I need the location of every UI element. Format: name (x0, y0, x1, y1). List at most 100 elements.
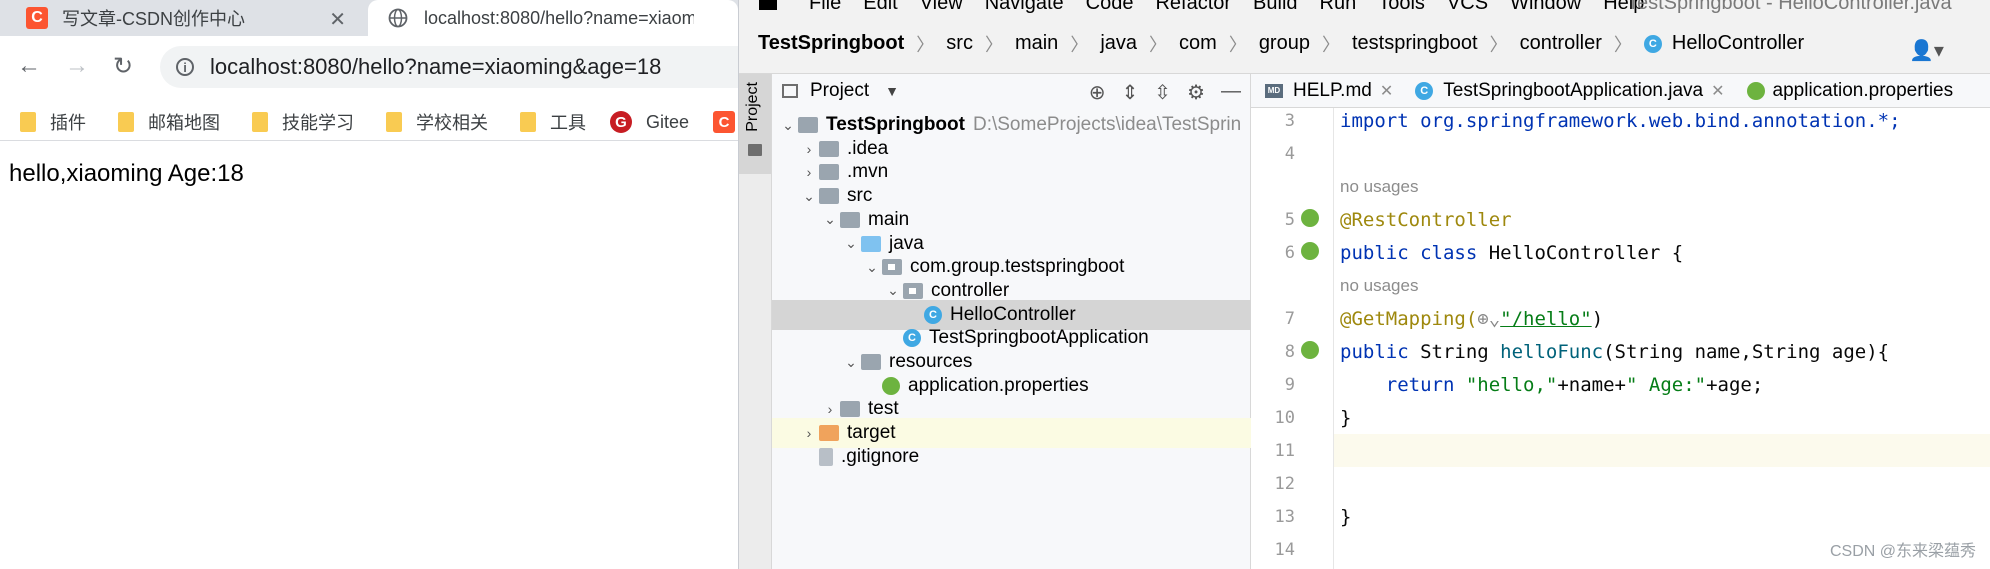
bookmark-gitee[interactable]: G Gitee (610, 111, 689, 133)
breadcrumb-item[interactable]: main (1015, 32, 1058, 55)
project-tool-label: Project (744, 82, 761, 132)
string-literal[interactable]: "/hello" (1500, 308, 1592, 330)
menu-code[interactable]: Code (1086, 0, 1134, 14)
breadcrumb-item-class[interactable]: C HelloController (1643, 32, 1805, 55)
chevron-down-icon[interactable]: ⌄ (841, 235, 861, 252)
editor-tab-help-md[interactable]: MD HELP.md ✕ (1251, 80, 1401, 102)
package-icon (903, 282, 923, 299)
spring-bean-icon[interactable] (1301, 242, 1319, 260)
menu-navigate[interactable]: Navigate (985, 0, 1064, 14)
code-line: @GetMapping(⊕⌄ "/hello") (1334, 302, 1990, 335)
folder-icon (252, 112, 268, 132)
bookmark-mail-map[interactable]: 邮箱地图 (118, 109, 220, 135)
breadcrumb-item[interactable]: controller (1520, 32, 1602, 55)
panel-title[interactable]: Project (810, 80, 869, 102)
menu-edit[interactable]: Edit (863, 0, 897, 14)
line-number: 5 (1284, 209, 1295, 230)
collapse-all-icon[interactable]: ⇳ (1154, 80, 1171, 105)
line-number: 9 (1284, 374, 1295, 395)
menu-run[interactable]: Run (1320, 0, 1357, 14)
chevron-down-icon[interactable]: ⌄ (778, 117, 798, 134)
line-number: 13 (1274, 506, 1295, 527)
class-icon: C (1643, 34, 1662, 53)
locate-icon[interactable]: ⊕ (1089, 80, 1106, 105)
browser-tab-csdn[interactable]: C 写文章-CSDN创作中心 ✕ (0, 0, 368, 36)
breadcrumb-item[interactable]: com (1179, 32, 1217, 55)
folder-icon (819, 140, 839, 157)
module-folder-icon (798, 117, 818, 133)
breadcrumb-item[interactable]: java (1100, 32, 1137, 55)
chevron-down-icon[interactable]: ▼ (885, 83, 899, 99)
bookmark-skills[interactable]: 技能学习 (252, 109, 354, 135)
spring-bean-icon[interactable] (1301, 209, 1319, 227)
code-area[interactable]: import org.springframework.web.bind.anno… (1333, 108, 1990, 569)
usage-hint: no usages (1334, 170, 1990, 203)
info-icon[interactable]: i (176, 58, 194, 76)
bookmark-label: Gitee (646, 111, 690, 132)
chevron-right-icon[interactable]: › (799, 141, 819, 157)
string-literal: " Age:" (1626, 373, 1707, 396)
forward-arrow-icon[interactable]: → (62, 51, 92, 81)
code-line: public class HelloController { (1334, 236, 1990, 269)
editor-tab-application-java[interactable]: C TestSpringbootApplication.java ✕ (1401, 80, 1732, 102)
menu-build[interactable]: Build (1253, 0, 1297, 14)
breadcrumb-item[interactable]: group (1259, 32, 1310, 55)
menu-view[interactable]: View (920, 0, 963, 14)
breadcrumb-item[interactable]: testspringboot (1352, 32, 1478, 55)
tree-item-label: .mvn (847, 161, 889, 183)
code-line: public String helloFunc (String name,Stri… (1334, 335, 1990, 368)
breadcrumb-item[interactable]: src (946, 32, 973, 55)
tree-item-label: test (868, 398, 899, 420)
bookmark-school[interactable]: 学校相关 (386, 109, 488, 135)
editor-tab-application-properties[interactable]: application.properties (1733, 80, 1953, 102)
bookmark-tools[interactable]: 工具 (520, 109, 586, 135)
csdn-logo-icon: C (26, 7, 48, 29)
bookmark-label: 技能学习 (282, 113, 354, 133)
breadcrumb-label: HelloController (1671, 32, 1805, 54)
chevron-down-icon[interactable]: ⌄ (862, 259, 882, 276)
menu-window[interactable]: Window (1510, 0, 1581, 14)
web-mapping-icon[interactable] (1301, 341, 1319, 359)
chevron-down-icon[interactable]: ⌄ (820, 211, 840, 228)
tree-item-label: TestSpringbootApplication (929, 327, 1149, 349)
back-arrow-icon[interactable]: ← (14, 51, 44, 81)
address-bar[interactable]: i localhost:8080/hello?name=xiaoming&age… (160, 46, 738, 88)
chevron-right-icon[interactable]: › (820, 401, 840, 417)
tree-item-label: resources (889, 351, 973, 372)
code-line: import org.springframework.web.bind.anno… (1334, 104, 1990, 137)
menu-file[interactable]: File (809, 0, 841, 14)
chevron-down-icon[interactable]: ⌄ (799, 188, 819, 205)
reload-icon[interactable]: ↻ (108, 51, 138, 81)
browser-tab-localhost[interactable]: localhost:8080/hello?name=xiaoming&age=1… (368, 0, 738, 36)
source-folder-icon (861, 235, 881, 252)
close-icon[interactable]: ✕ (329, 7, 346, 32)
page-body-text: hello,xiaoming Age:18 (9, 160, 244, 187)
bookmark-plugins[interactable]: 插件 (20, 109, 86, 135)
project-tool-tab[interactable]: Project (739, 74, 771, 174)
chevron-down-icon[interactable]: ⌄ (883, 282, 903, 299)
keyword: public (1340, 340, 1421, 363)
user-icon[interactable]: 👤▾ (1909, 38, 1944, 63)
browser-tab-strip: C 写文章-CSDN创作中心 ✕ localhost:8080/hello?na… (0, 0, 738, 36)
annotation: @GetMapping( (1340, 307, 1478, 330)
hide-icon[interactable]: — (1221, 80, 1241, 105)
chevron-down-icon[interactable]: ⌄ (841, 354, 861, 371)
code-line: return "hello," +name+ " Age:" +age; (1334, 368, 1990, 401)
folder-icon (386, 112, 402, 132)
chevron-right-icon[interactable]: › (799, 164, 819, 180)
menu-refactor[interactable]: Refactor (1155, 0, 1231, 14)
tree-item-label: main (868, 208, 910, 230)
expand-all-icon[interactable]: ⇕ (1122, 80, 1139, 105)
folder-icon (118, 112, 134, 132)
csdn-logo-icon: C (713, 111, 736, 133)
breadcrumb-item[interactable]: TestSpringboot (758, 32, 904, 55)
menu-vcs[interactable]: VCS (1447, 0, 1488, 14)
chevron-right-icon[interactable]: › (799, 425, 819, 441)
tree-item-label: HelloController (950, 303, 1076, 325)
menu-tools[interactable]: Tools (1378, 0, 1425, 14)
close-icon[interactable]: ✕ (1711, 81, 1724, 101)
close-icon[interactable]: ✕ (1380, 81, 1393, 101)
gear-icon[interactable]: ⚙ (1187, 80, 1205, 105)
bookmark-csdn[interactable]: C (713, 111, 736, 133)
tree-item[interactable]: .gitignore (772, 442, 1251, 472)
